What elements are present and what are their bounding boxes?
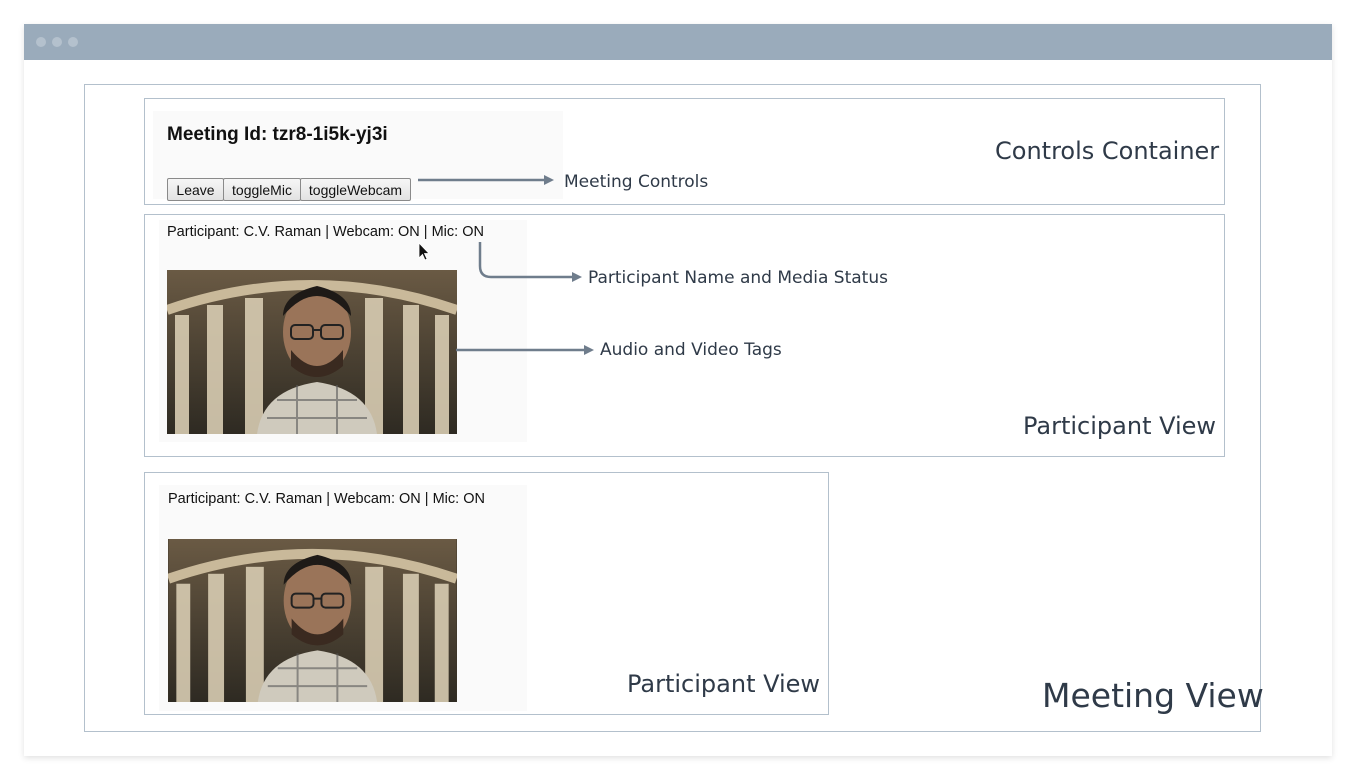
participant-view: Participant: C.V. Raman | Webcam: ON | M…: [144, 214, 1225, 457]
participant-panel: Participant: C.V. Raman | Webcam: ON | M…: [159, 485, 527, 711]
participant-panel: Participant: C.V. Raman | Webcam: ON | M…: [159, 220, 527, 442]
leave-button[interactable]: Leave: [167, 178, 224, 201]
participant-video[interactable]: [167, 270, 457, 434]
meeting-id: Meeting Id: tzr8-1i5k-yj3i: [167, 124, 388, 145]
annotation-av-tags: Audio and Video Tags: [600, 340, 782, 360]
video-frame: [168, 539, 457, 702]
minimize-dot-icon[interactable]: [52, 37, 62, 47]
participant-video[interactable]: [168, 539, 457, 702]
toggle-mic-button[interactable]: toggleMic: [223, 178, 301, 201]
meeting-panel: Meeting Id: tzr8-1i5k-yj3i Leave toggleM…: [153, 111, 563, 201]
participant-view-label: Participant View: [627, 670, 821, 698]
annotation-name-status: Participant Name and Media Status: [588, 268, 888, 288]
close-dot-icon[interactable]: [36, 37, 46, 47]
meeting-view-label: Meeting View: [1042, 676, 1264, 715]
participant-status: Participant: C.V. Raman | Webcam: ON | M…: [168, 491, 485, 507]
video-frame: [167, 270, 457, 434]
annotation-meeting-controls: Meeting Controls: [564, 172, 709, 192]
participant-status: Participant: C.V. Raman | Webcam: ON | M…: [167, 224, 484, 240]
participant-view: Participant: C.V. Raman | Webcam: ON | M…: [144, 472, 829, 715]
toggle-webcam-button[interactable]: toggleWebcam: [300, 178, 411, 201]
participant-view-label: Participant View: [1023, 412, 1217, 440]
maximize-dot-icon[interactable]: [68, 37, 78, 47]
controls-container-label: Controls Container: [995, 137, 1220, 165]
window-titlebar: [24, 24, 1332, 60]
